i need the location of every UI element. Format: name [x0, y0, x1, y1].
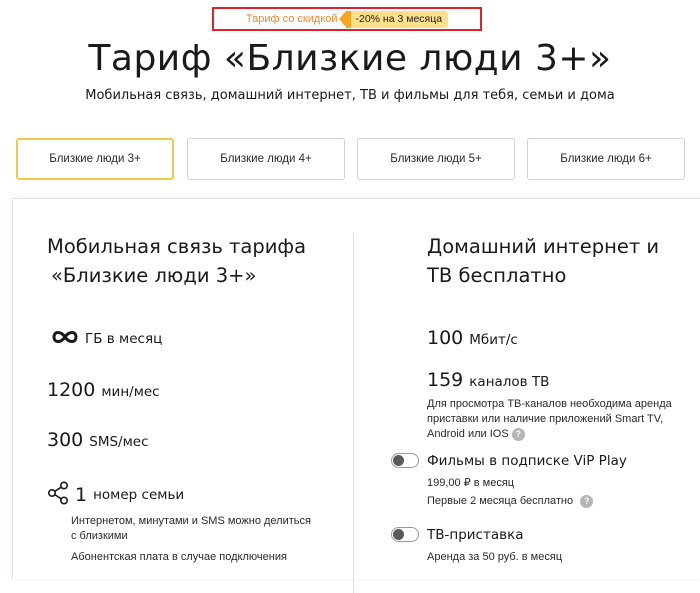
infinity-icon [51, 329, 79, 349]
vip-play-extra-row: Первые 2 месяца бесплатно ? [427, 494, 594, 509]
page-subtitle: Мобильная связь, домашний интернет, ТВ и… [85, 88, 615, 103]
mobile-heading-line1: Мобильная связь тарифа [47, 235, 307, 258]
tariff-card: Мобильная связь тарифа «Близкие люди 3+»… [12, 198, 700, 593]
sms-allowance: 300 SMS/мес [47, 429, 149, 451]
tab-6plus[interactable]: Близкие люди 6+ [527, 138, 685, 180]
vip-play-extra: Первые 2 месяца бесплатно [427, 495, 574, 507]
tv-box-label: ТВ-приставка [427, 527, 524, 543]
minutes-allowance: 1200 мин/мес [47, 379, 160, 401]
tv-channels: 159 каналов ТВ [427, 369, 549, 391]
sms-value: 300 [47, 429, 84, 451]
home-heading: Домашний интернет и ТВ бесплатно [427, 232, 659, 290]
channels-unit: каналов ТВ [469, 374, 550, 390]
family-unit: номер семьи [93, 487, 185, 503]
data-unit: ГБ в месяц [85, 331, 163, 347]
family-value: 1 [75, 484, 88, 506]
family-note: Интернетом, минутами и SMS можно делитьс… [71, 515, 311, 542]
tariff-tabs: Близкие люди 3+ Близкие люди 4+ Близкие … [16, 138, 700, 180]
page-title: Тариф «Близкие люди 3+» [88, 38, 612, 79]
promo-banner: Тариф со скидкой -20% на 3 месяца [212, 7, 482, 31]
minutes-value: 1200 [47, 379, 96, 401]
minutes-unit: мин/мес [101, 384, 160, 400]
vip-play-price: 199,00 ₽ в месяц [427, 477, 515, 489]
share-icon [47, 481, 69, 509]
mobile-heading: Мобильная связь тарифа «Близкие люди 3+» [47, 232, 306, 290]
column-divider [353, 233, 354, 593]
tab-3plus[interactable]: Близкие люди 3+ [16, 138, 174, 180]
sms-unit: SMS/мес [89, 434, 149, 450]
help-icon[interactable]: ? [580, 494, 594, 508]
tv-box-toggle[interactable] [391, 527, 419, 542]
promo-label: Тариф со скидкой [245, 13, 338, 25]
mobile-heading-line2: «Близкие люди 3+» [51, 264, 257, 287]
tab-4plus[interactable]: Близкие люди 4+ [187, 138, 345, 180]
home-heading-line1: Домашний интернет и [427, 235, 660, 258]
channels-note-text: Для просмотра ТВ-каналов необходима арен… [427, 398, 672, 440]
internet-speed: 100 Мбит/с [427, 327, 518, 349]
channels-value: 159 [427, 369, 464, 391]
vip-play-label: Фильмы в подписке ViP Play [427, 453, 627, 469]
speed-unit: Мбит/с [469, 332, 518, 348]
tab-5plus[interactable]: Близкие люди 5+ [357, 138, 515, 180]
discount-badge: -20% на 3 месяца [338, 10, 449, 28]
home-heading-line2: ТВ бесплатно [427, 264, 567, 287]
data-allowance: ГБ в месяц [51, 329, 162, 349]
speed-value: 100 [427, 327, 464, 349]
vip-play-toggle[interactable] [391, 453, 419, 468]
help-icon[interactable]: ? [511, 427, 525, 441]
channels-note: Для просмотра ТВ-каналов необходима арен… [427, 397, 679, 442]
family-members: 1 номер семьи [47, 481, 184, 509]
